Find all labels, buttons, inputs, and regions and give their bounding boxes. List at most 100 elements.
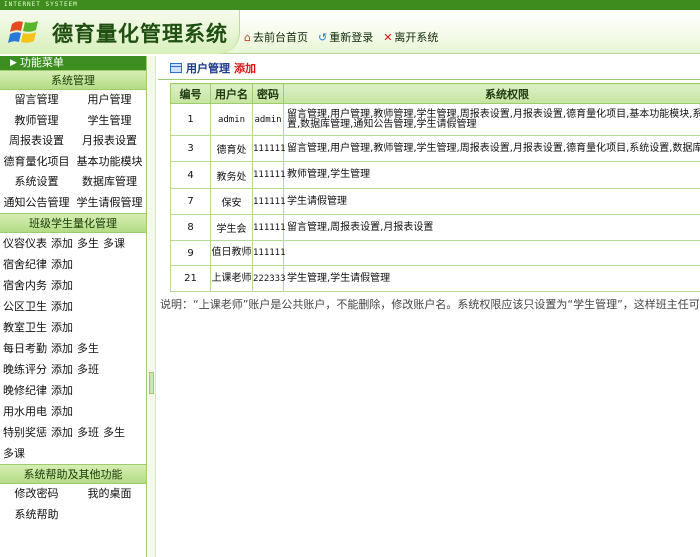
sidebar: ▶ 功能菜单 系统管理 留言管理 用户管理 教师管理 学生管理 周报表设置 月报… bbox=[0, 56, 147, 557]
cell-username: 德育处 bbox=[210, 135, 253, 162]
sidebar-item-help[interactable]: 系统帮助 bbox=[0, 505, 73, 526]
sidebar-item-change-password[interactable]: 修改密码 bbox=[0, 484, 73, 505]
cell-id: 8 bbox=[170, 214, 211, 241]
quant-multi-student-link[interactable]: 多生 bbox=[77, 233, 99, 254]
quant-add-link[interactable]: 添加 bbox=[51, 317, 73, 338]
table-row[interactable]: 8 学生会 111111 留言管理,周报表设置,月报表设置 bbox=[170, 214, 700, 241]
quant-item-link[interactable]: 每日考勤 bbox=[3, 338, 47, 359]
list-item: 特别奖惩 添加 多班 多生 bbox=[0, 422, 146, 443]
quant-add-link[interactable]: 添加 bbox=[51, 380, 73, 401]
close-icon: ✕ bbox=[383, 30, 393, 44]
sidebar-item-system-settings[interactable]: 系统设置 bbox=[0, 172, 73, 193]
sidebar-item-basic-modules[interactable]: 基本功能模块 bbox=[73, 152, 146, 173]
column-header-permissions: 系统权限 bbox=[283, 83, 700, 104]
quant-item-link[interactable]: 特别奖惩 bbox=[3, 422, 47, 443]
splitter-grip-icon[interactable] bbox=[149, 372, 154, 394]
explanation-note: 说明：“上课老师”账户是公共账户，不能删除，修改账户名。系统权限应该只设置为“学… bbox=[160, 298, 700, 311]
quant-multi-lesson-link[interactable]: 多课 bbox=[103, 233, 125, 254]
quant-item-link[interactable]: 用水用电 bbox=[3, 401, 47, 422]
sidebar-item-users[interactable]: 用户管理 bbox=[73, 90, 146, 111]
sidebar-item-my-desktop[interactable]: 我的桌面 bbox=[73, 484, 146, 505]
quant-add-link[interactable]: 添加 bbox=[51, 254, 73, 275]
top-strip-label: INTERNET SYSTEEM bbox=[4, 1, 78, 8]
windows-logo-icon bbox=[8, 21, 38, 43]
page-title: 用户管理 bbox=[186, 61, 230, 75]
list-item: 晚练评分 添加 多班 bbox=[0, 359, 146, 380]
section-help[interactable]: 系统帮助及其他功能 bbox=[0, 464, 146, 484]
quant-multi-lesson-link[interactable]: 多课 bbox=[3, 443, 25, 464]
quant-item-link[interactable]: 宿舍纪律 bbox=[3, 254, 47, 275]
cell-username: 教务处 bbox=[210, 161, 253, 189]
help-menu: 修改密码 我的桌面 系统帮助 bbox=[0, 484, 146, 525]
cell-username: 值日教师 bbox=[210, 240, 253, 266]
quant-multi-student-link[interactable]: 多生 bbox=[103, 422, 125, 443]
sidebar-item-messages[interactable]: 留言管理 bbox=[0, 90, 73, 111]
exit-label: 离开系统 bbox=[394, 31, 439, 44]
quant-add-link[interactable]: 添加 bbox=[51, 401, 73, 422]
quant-multi-student-link[interactable]: 多生 bbox=[77, 338, 99, 359]
cell-password: 111111 bbox=[252, 135, 286, 162]
cell-password: 111111 bbox=[252, 240, 286, 266]
main-panel: 用户管理 添加 编号 用户名 密码 系统权限 1 admin admin 留言管… bbox=[158, 56, 700, 557]
relogin-label: 重新登录 bbox=[329, 31, 374, 44]
list-item: 多课 bbox=[0, 443, 146, 464]
sidebar-item-weekly-report[interactable]: 周报表设置 bbox=[0, 131, 73, 152]
sidebar-splitter[interactable] bbox=[148, 56, 156, 557]
cell-permissions: 学生请假管理 bbox=[283, 188, 700, 215]
list-item: 每日考勤 添加 多生 bbox=[0, 338, 146, 359]
quant-item-link[interactable]: 教室卫生 bbox=[3, 317, 47, 338]
cell-id: 4 bbox=[170, 161, 211, 189]
quant-add-link[interactable]: 添加 bbox=[51, 359, 73, 380]
table-row[interactable]: 1 admin admin 留言管理,用户管理,教师管理,学生管理,周报表设置,… bbox=[170, 103, 700, 136]
front-home-link[interactable]: ⌂ 去前台首页 bbox=[244, 29, 308, 45]
quant-item-link[interactable]: 宿舍内务 bbox=[3, 275, 47, 296]
sidebar-item-notices[interactable]: 通知公告管理 bbox=[0, 193, 73, 214]
table-row[interactable]: 7 保安 111111 学生请假管理 bbox=[170, 188, 700, 215]
quant-item-link[interactable]: 晚练评分 bbox=[3, 359, 47, 380]
cell-password: 111111 bbox=[252, 188, 286, 215]
quant-add-link[interactable]: 添加 bbox=[51, 233, 73, 254]
table-row[interactable]: 4 教务处 111111 教师管理,学生管理 bbox=[170, 161, 700, 189]
list-item: 宿舍内务 添加 bbox=[0, 275, 146, 296]
column-header-id: 编号 bbox=[170, 83, 211, 104]
panel-header: 用户管理 添加 bbox=[158, 56, 700, 80]
quant-item-link[interactable]: 仪容仪表 bbox=[3, 233, 47, 254]
list-item: 教室卫生 添加 bbox=[0, 317, 146, 338]
table-row[interactable]: 21 上课老师 222333 学生管理,学生请假管理 bbox=[170, 265, 700, 292]
quant-add-link[interactable]: 添加 bbox=[51, 296, 73, 317]
quant-add-link[interactable]: 添加 bbox=[51, 275, 73, 296]
sidebar-item-monthly-report[interactable]: 月报表设置 bbox=[73, 131, 146, 152]
section-system-admin[interactable]: 系统管理 bbox=[0, 70, 146, 90]
header: 德育量化管理系统 ⌂ 去前台首页 ↺ 重新登录 ✕ 离开系统 bbox=[0, 10, 700, 54]
sidebar-item-students[interactable]: 学生管理 bbox=[73, 111, 146, 132]
sidebar-item-moral-items[interactable]: 德育量化项目 bbox=[0, 152, 73, 173]
column-header-username: 用户名 bbox=[210, 83, 253, 104]
quant-item-link[interactable]: 晚修纪律 bbox=[3, 380, 47, 401]
home-icon: ⌂ bbox=[244, 30, 251, 44]
relogin-link[interactable]: ↺ 重新登录 bbox=[318, 29, 373, 45]
table-header-row: 编号 用户名 密码 系统权限 bbox=[170, 83, 700, 104]
exit-link[interactable]: ✕ 离开系统 bbox=[383, 29, 438, 45]
quant-add-link[interactable]: 添加 bbox=[51, 422, 73, 443]
cell-password: admin bbox=[252, 103, 284, 136]
cell-permissions: 留言管理,用户管理,教师管理,学生管理,周报表设置,月报表设置,德育量化项目,系… bbox=[283, 135, 700, 162]
table-row[interactable]: 3 德育处 111111 留言管理,用户管理,教师管理,学生管理,周报表设置,月… bbox=[170, 135, 700, 162]
quant-add-link[interactable]: 添加 bbox=[51, 338, 73, 359]
cell-permissions: 教师管理,学生管理 bbox=[283, 161, 700, 189]
section-class-quant[interactable]: 班级学生量化管理 bbox=[0, 213, 146, 233]
quant-item-link[interactable]: 公区卫生 bbox=[3, 296, 47, 317]
relogin-icon: ↺ bbox=[317, 30, 328, 44]
sidebar-item-teachers[interactable]: 教师管理 bbox=[0, 111, 73, 132]
cell-permissions: 学生管理,学生请假管理 bbox=[283, 265, 700, 292]
quant-multi-class-link[interactable]: 多班 bbox=[77, 359, 99, 380]
sidebar-item-student-leave[interactable]: 学生请假管理 bbox=[73, 193, 146, 214]
sidebar-item-database[interactable]: 数据库管理 bbox=[73, 172, 146, 193]
table-row[interactable]: 9 值日教师 111111 bbox=[170, 240, 700, 266]
function-menu-label: 功能菜单 bbox=[19, 56, 64, 69]
system-title: 德育量化管理系统 bbox=[52, 22, 228, 46]
list-item: 用水用电 添加 bbox=[0, 401, 146, 422]
add-user-button[interactable]: 添加 bbox=[234, 60, 256, 76]
menu-icon: ▶ bbox=[10, 58, 17, 68]
cell-username: 上课老师 bbox=[210, 265, 253, 292]
quant-multi-class-link[interactable]: 多班 bbox=[77, 422, 99, 443]
